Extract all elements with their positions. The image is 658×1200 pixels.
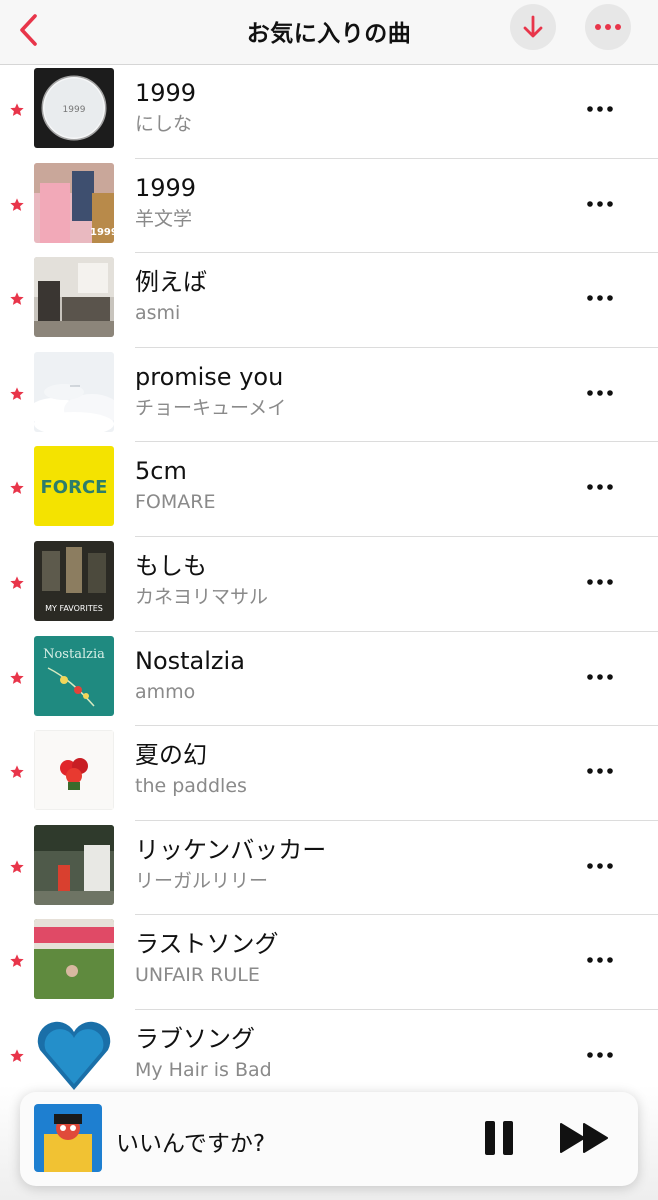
song-row[interactable]: 1999 1999 にしな xyxy=(0,64,658,159)
album-art-text: MY FAVORITES xyxy=(45,604,103,613)
song-title: もしも xyxy=(135,551,207,580)
now-playing-title: いいんですか? xyxy=(116,1131,266,1157)
song-more-button[interactable] xyxy=(582,662,618,692)
album-art xyxy=(34,257,114,338)
song-title: 例えば xyxy=(135,268,207,297)
song-more-button[interactable] xyxy=(582,94,618,124)
song-more-button[interactable] xyxy=(582,189,618,219)
artist-name: FOMARE xyxy=(135,491,216,514)
album-art-text: Nostalzia xyxy=(43,647,105,662)
favorite-star-icon xyxy=(10,954,24,968)
ellipsis-icon xyxy=(587,484,613,491)
favorite-star-icon xyxy=(10,1049,24,1062)
artist-name: にしな xyxy=(135,113,193,135)
song-more-button[interactable] xyxy=(582,1040,618,1070)
mini-player[interactable]: いいんですか? xyxy=(20,1092,638,1186)
ellipsis-icon xyxy=(587,1052,613,1058)
favorite-star-icon xyxy=(10,103,24,116)
next-track-button[interactable] xyxy=(558,1120,612,1156)
album-art-text: 1999 xyxy=(63,105,86,115)
song-title: ラブソング xyxy=(135,1024,255,1053)
song-row[interactable]: Nostalzia Nostalzia ammo xyxy=(0,632,658,727)
album-art-text: FORCE xyxy=(41,477,108,498)
song-more-button[interactable] xyxy=(582,283,618,313)
page-title: お気に入りの曲 xyxy=(246,21,412,47)
arrow-down-icon xyxy=(523,15,543,38)
favorite-star-icon xyxy=(10,670,24,684)
now-playing-art xyxy=(34,1104,102,1172)
nav-bar: お気に入りの曲 xyxy=(0,0,658,65)
favorite-star-icon xyxy=(10,197,24,211)
ellipsis-icon xyxy=(587,106,613,112)
fast-forward-icon xyxy=(560,1123,608,1153)
ellipsis-icon xyxy=(587,200,613,207)
ellipsis-icon xyxy=(587,768,613,774)
song-title: 1999 xyxy=(135,173,197,202)
artist-name: ammo xyxy=(135,680,196,703)
song-title: 夏の幻 xyxy=(135,741,207,770)
download-button[interactable] xyxy=(510,4,556,50)
album-art xyxy=(34,351,114,432)
song-row[interactable]: 1999 1999 羊文学 xyxy=(0,159,658,254)
favorite-star-icon xyxy=(10,860,24,873)
album-art-text: 1999 xyxy=(90,227,114,238)
song-title: 1999 xyxy=(135,79,197,107)
song-more-button[interactable] xyxy=(582,378,618,408)
song-title: promise you xyxy=(135,362,284,391)
favorite-star-icon xyxy=(10,292,24,306)
album-art: FORCE xyxy=(34,446,114,527)
ellipsis-icon xyxy=(595,24,621,30)
artist-name: チョーキューメイ xyxy=(135,396,287,419)
artist-name: My Hair is Bad xyxy=(135,1058,272,1081)
favorite-star-icon xyxy=(10,765,24,779)
song-row[interactable]: MY FAVORITES もしも カネヨリマサル xyxy=(0,537,658,632)
album-art xyxy=(34,919,114,1000)
artist-name: asmi xyxy=(135,302,181,325)
song-title: リッケンバッカー xyxy=(135,835,327,864)
song-row[interactable]: ラストソング UNFAIR RULE xyxy=(0,915,658,1010)
song-more-button[interactable] xyxy=(582,756,618,786)
song-more-button[interactable] xyxy=(582,851,618,881)
favorite-star-icon xyxy=(10,576,24,589)
ellipsis-icon xyxy=(587,957,613,964)
pause-icon xyxy=(485,1121,513,1155)
song-row[interactable]: promise you チョーキューメイ xyxy=(0,348,658,443)
ellipsis-icon xyxy=(587,673,613,680)
song-row[interactable]: FORCE 5cm FOMARE xyxy=(0,442,658,537)
song-title: ラストソング xyxy=(135,930,279,959)
favorite-star-icon xyxy=(10,481,24,495)
song-row[interactable]: 夏の幻 the paddles xyxy=(0,726,658,821)
album-art: 1999 xyxy=(34,68,114,148)
album-art xyxy=(34,1013,114,1094)
ellipsis-icon xyxy=(587,579,613,585)
album-art xyxy=(34,824,114,905)
album-art xyxy=(34,730,114,811)
song-more-button[interactable] xyxy=(582,945,618,975)
song-title: Nostalzia xyxy=(135,646,245,675)
album-art: 1999 xyxy=(34,162,114,243)
album-art: Nostalzia xyxy=(34,635,114,716)
favorite-star-icon xyxy=(10,387,24,400)
artist-name: リーガルリリー xyxy=(135,869,269,892)
artist-name: カネヨリマサル xyxy=(135,585,269,608)
artist-name: UNFAIR RULE xyxy=(135,964,260,987)
artist-name: 羊文学 xyxy=(135,207,193,230)
ellipsis-icon xyxy=(587,862,613,869)
pause-button[interactable] xyxy=(482,1118,516,1158)
song-list: 1999 1999 にしな 1999 1999 羊文学 xyxy=(0,64,658,1105)
song-row[interactable]: 例えば asmi xyxy=(0,253,658,348)
artist-name: the paddles xyxy=(135,775,247,798)
song-more-button[interactable] xyxy=(582,567,618,597)
more-options-button[interactable] xyxy=(585,4,631,50)
song-row[interactable]: リッケンバッカー リーガルリリー xyxy=(0,821,658,916)
ellipsis-icon xyxy=(587,295,613,301)
song-more-button[interactable] xyxy=(582,472,618,502)
ellipsis-icon xyxy=(587,389,613,396)
album-art: MY FAVORITES xyxy=(34,540,114,621)
song-title: 5cm xyxy=(135,457,187,486)
